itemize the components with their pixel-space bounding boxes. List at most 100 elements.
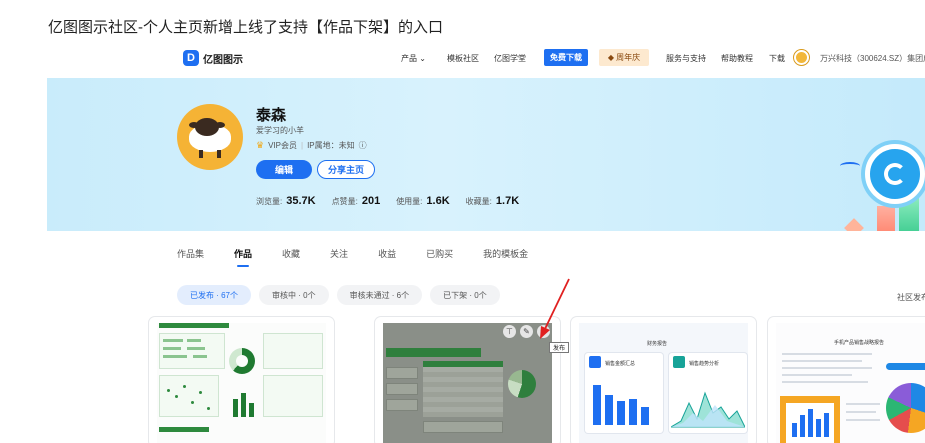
publish-tooltip: 发布	[549, 342, 570, 353]
thumb-line	[782, 360, 862, 362]
profile-meta: ♛ VIP会员 | IP属地：未知 ⓘ	[256, 140, 367, 151]
thumb-bar	[816, 419, 821, 437]
nav-item-academy[interactable]: 亿图学堂	[494, 53, 526, 64]
thumb-bar	[241, 393, 246, 417]
work-thumbnail: 财务报告 销售金额汇总 销售趋势分析	[579, 323, 748, 443]
thumb-donut	[229, 348, 255, 374]
decorative-logo-icon	[865, 144, 925, 204]
avatar[interactable]	[177, 104, 243, 170]
card-action-icons: ⊤ ✎ ⚙	[503, 325, 550, 338]
thumb-title-bar	[159, 323, 229, 328]
thumb-table	[423, 367, 503, 417]
thumb-tag	[886, 363, 925, 370]
thumb-title-bar	[159, 427, 209, 432]
stat-value: 201	[361, 195, 381, 207]
thumb-area-chart	[671, 391, 745, 428]
thumb-dot	[207, 407, 210, 410]
community-publish-link[interactable]: 社区发布	[897, 292, 925, 303]
company-name[interactable]: 万兴科技（300624.SZ）集团成	[820, 53, 925, 64]
chart-icon	[589, 356, 601, 368]
stat-label: 浏览量:	[256, 197, 283, 206]
profile-name: 泰森	[256, 107, 287, 124]
thumb-bar	[249, 403, 254, 417]
thumb-bar	[629, 399, 637, 425]
thumb-dot	[175, 395, 178, 398]
work-card[interactable]: 财务报告 销售金额汇总 销售趋势分析	[571, 317, 756, 443]
diamond-icon: ◆	[607, 53, 615, 62]
decorative-cube	[844, 218, 864, 231]
filter-delisted[interactable]: 已下架 · 0个	[430, 285, 500, 305]
thumb-bar	[617, 401, 625, 425]
sheep-head	[195, 118, 219, 136]
thumb-panel-label: 销售金额汇总	[605, 361, 636, 367]
nav-item-products[interactable]: 产品 ⌄	[401, 53, 426, 64]
thumb-box	[263, 375, 323, 417]
tab-favorites[interactable]: 收藏	[282, 247, 300, 260]
thumb-bar	[824, 413, 829, 437]
thumb-white-panel	[786, 403, 834, 443]
edit-icon[interactable]: ✎	[520, 325, 533, 338]
thumb-row	[187, 339, 201, 342]
thumb-row	[193, 355, 207, 358]
nav-item-templates[interactable]: 模板社区	[447, 53, 479, 64]
tab-following[interactable]: 关注	[330, 247, 348, 260]
tab-template-coins[interactable]: 我的模板金	[483, 247, 528, 260]
thumb-line	[782, 367, 872, 369]
thumb-line	[846, 411, 876, 413]
tab-earnings[interactable]: 收益	[378, 247, 396, 260]
vip-label: VIP会员	[268, 141, 297, 150]
work-card[interactable]: 手机产品销售战略报告	[768, 317, 925, 443]
thumb-row	[163, 339, 183, 342]
nav-item-help[interactable]: 帮助教程	[721, 53, 753, 64]
filter-published[interactable]: 已发布 · 67个	[177, 285, 252, 305]
thumb-box	[423, 421, 503, 433]
thumb-bar	[593, 385, 601, 425]
stat-uses: 使用量: 1.6K	[396, 195, 449, 207]
free-download-button[interactable]: 免费下载	[544, 49, 588, 66]
thumb-dot	[183, 385, 186, 388]
thumb-bar	[641, 407, 649, 425]
thumb-title: 手机产品销售战略报告	[834, 340, 885, 346]
vip-icon: ♛	[256, 140, 265, 150]
logo[interactable]: D 亿图图示	[183, 50, 243, 66]
company-avatar-icon[interactable]	[794, 50, 809, 65]
thumb-row	[187, 347, 205, 350]
tab-portfolio[interactable]: 作品集	[177, 247, 204, 260]
tab-works[interactable]: 作品	[234, 247, 252, 267]
share-button[interactable]: 分享主页	[317, 160, 375, 179]
edit-button[interactable]: 编辑	[256, 160, 312, 179]
thumb-dot	[167, 389, 170, 392]
decorative-wave	[840, 162, 860, 170]
profile-stats: 浏览量: 35.7K 点赞量: 201 使用量: 1.6K 收藏量: 1.7K	[256, 195, 535, 207]
thumb-row	[163, 347, 181, 350]
settings-icon[interactable]: ⚙	[537, 325, 550, 338]
work-card-hovered[interactable]: ⊤ ✎ ⚙	[375, 317, 560, 443]
delist-icon[interactable]: ⊤	[503, 325, 516, 338]
nav-item-download[interactable]: 下载	[769, 53, 785, 64]
thumb-panel: 销售趋势分析	[669, 353, 747, 433]
thumb-box	[263, 333, 323, 369]
work-card[interactable]	[149, 317, 334, 443]
thumb-bar	[233, 399, 238, 417]
stat-value: 1.6K	[426, 195, 450, 207]
screenshot-frame: D 亿图图示 产品 ⌄ 模板社区 亿图学堂 免费下载 ◆ 周年庆 服务与支持 帮…	[47, 44, 925, 443]
filter-rejected[interactable]: 审核未通过 · 6个	[336, 285, 423, 305]
thumb-bar	[792, 423, 797, 437]
logo-text: 亿图图示	[203, 54, 243, 66]
filter-reviewing[interactable]: 审核中 · 0个	[259, 285, 329, 305]
decorative-bar	[877, 206, 895, 231]
thumb-bar	[605, 395, 613, 425]
stat-value: 1.7K	[495, 195, 520, 207]
thumb-line	[782, 374, 852, 376]
nav-item-support[interactable]: 服务与支持	[666, 53, 706, 64]
work-thumbnail: 手机产品销售战略报告	[776, 323, 925, 443]
thumb-box	[386, 399, 418, 411]
tab-purchased[interactable]: 已购买	[426, 247, 453, 260]
thumb-title-bar	[386, 348, 481, 357]
stat-views: 浏览量: 35.7K	[256, 195, 316, 207]
anniversary-button[interactable]: ◆ 周年庆	[599, 49, 649, 66]
thumb-pie	[886, 383, 925, 433]
work-thumbnail: ⊤ ✎ ⚙	[383, 323, 552, 443]
info-icon[interactable]: ⓘ	[359, 140, 367, 151]
thumb-row	[163, 355, 187, 358]
